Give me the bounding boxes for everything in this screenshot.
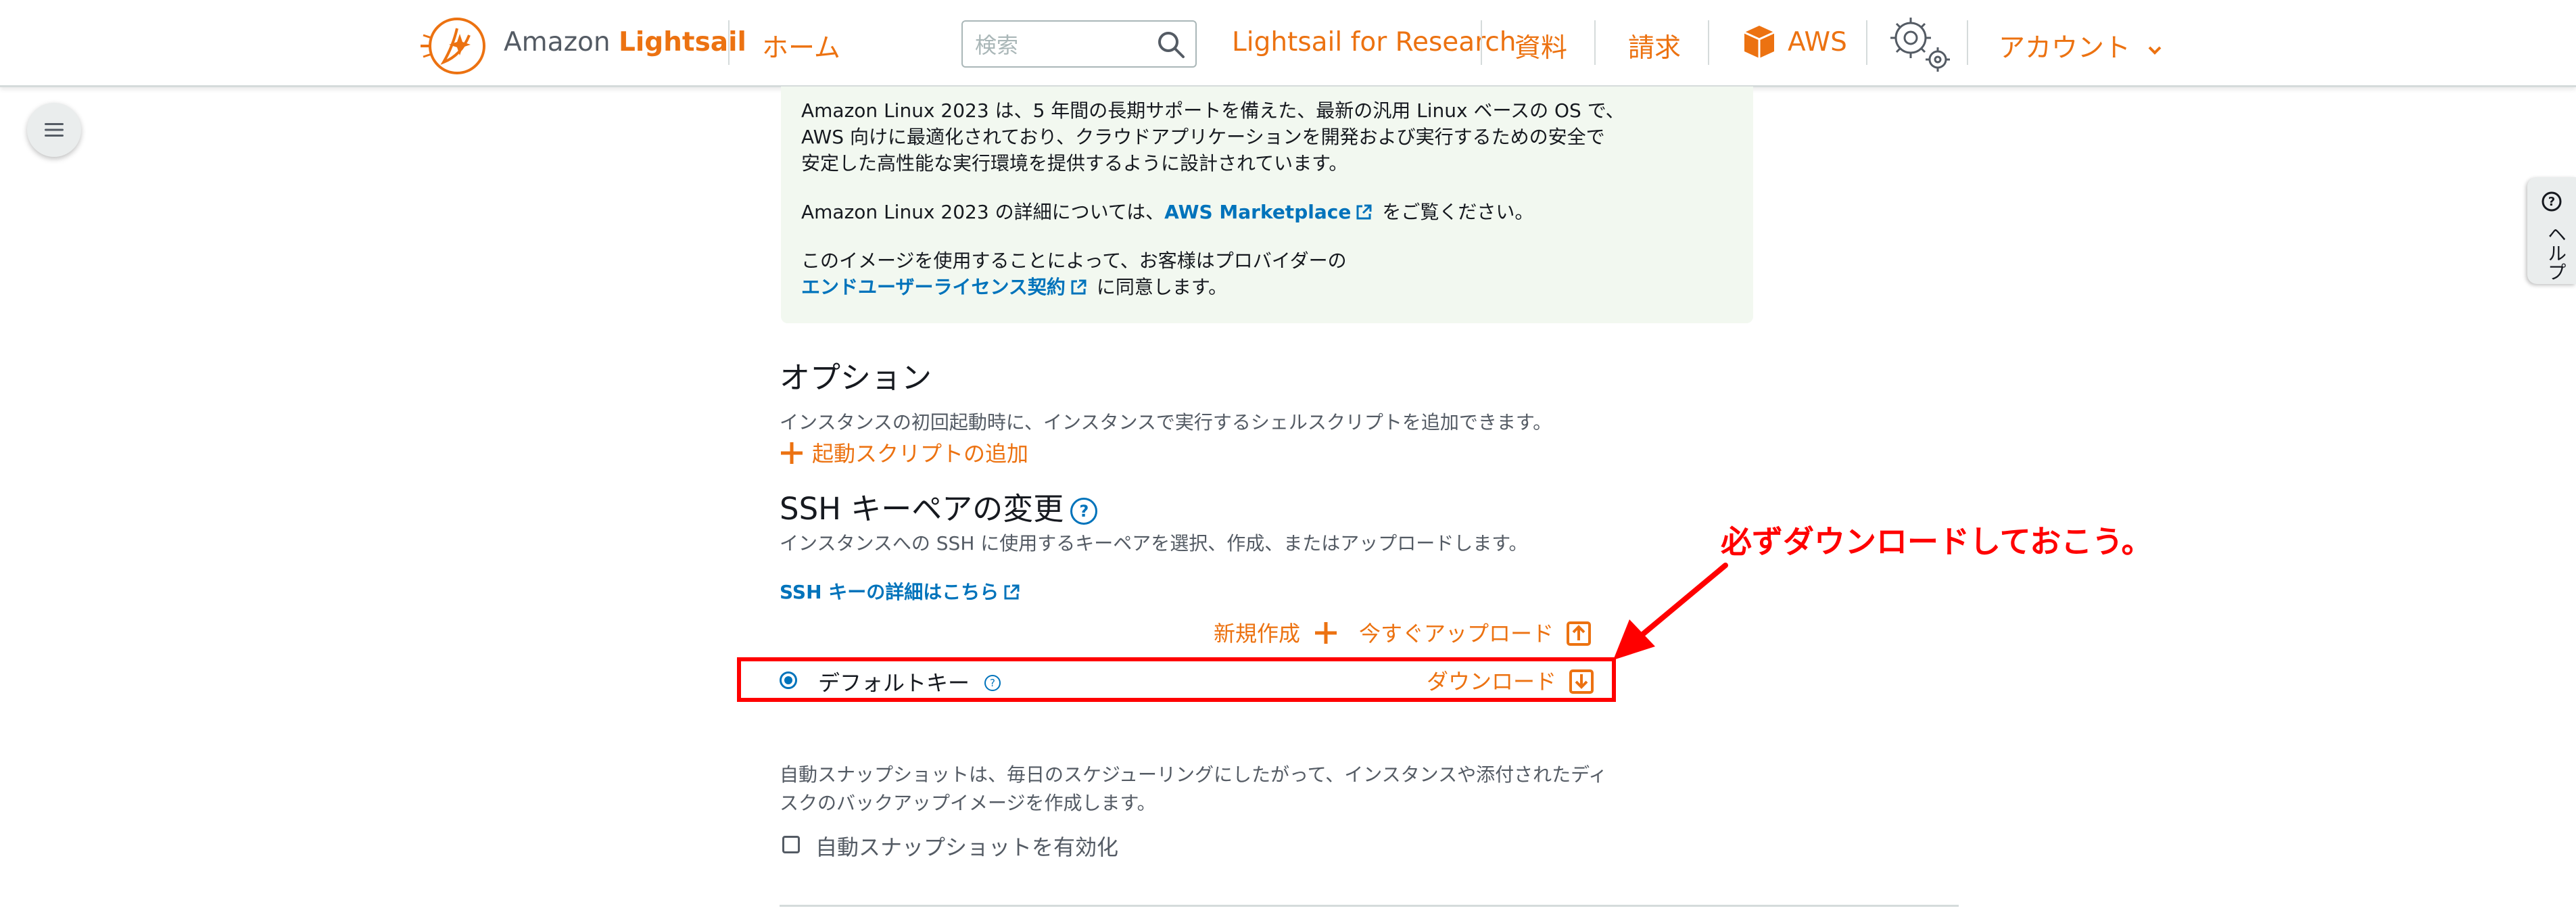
external-link-icon — [1004, 584, 1020, 600]
eula-link-label: エンドユーザーライセンス契約 — [801, 276, 1066, 298]
ssh-details-link[interactable]: SSH キーの詳細はこちら — [780, 579, 1020, 606]
help-tab-label: ヘルプ — [2545, 225, 2567, 281]
upload-keypair-button[interactable]: 今すぐアップロード — [1359, 617, 1592, 648]
brand-name[interactable]: Amazon Lightsail — [504, 27, 746, 57]
nav-home-link[interactable]: ホーム — [762, 27, 840, 65]
info-license-line: エンドユーザーライセンス契約 に同意します。 — [801, 274, 1227, 301]
top-navigation-bar: Amazon Lightsail ホーム Lightsail for Resea… — [0, 0, 2576, 87]
nav-divider — [1967, 20, 1968, 65]
brand-product: Lightsail — [619, 27, 746, 57]
upload-icon — [1567, 621, 1592, 646]
options-heading: オプション — [780, 360, 932, 396]
search-input[interactable] — [974, 30, 1145, 61]
settings-gear-icon[interactable] — [1884, 12, 1955, 74]
eula-link[interactable]: エンドユーザーライセンス契約 — [801, 276, 1087, 298]
ssh-details-link-label: SSH キーの詳細はこちら — [780, 581, 999, 603]
account-menu[interactable]: アカウント — [1999, 27, 2163, 65]
aws-marketplace-link-label: AWS Marketplace — [1164, 201, 1352, 223]
plus-icon — [1315, 622, 1337, 644]
snapshot-description-line: スクのバックアップイメージを作成します。 — [780, 792, 1156, 814]
create-new-keypair-label: 新規作成 — [1214, 621, 1301, 646]
aws-marketplace-link[interactable]: AWS Marketplace — [1164, 201, 1373, 223]
nav-aws-link[interactable]: AWS — [1788, 27, 1847, 57]
snapshot-description-line: 自動スナップショットは、毎日のスケジューリングにしたがって、インスタンスや添付さ… — [780, 763, 1608, 786]
info-details-line: Amazon Linux 2023 の詳細については、AWS Marketpla… — [801, 199, 1533, 226]
info-description-line: Amazon Linux 2023 は、5 年間の長期サポートを備えた、最新の汎… — [801, 99, 1625, 122]
upload-keypair-label: 今すぐアップロード — [1359, 621, 1554, 646]
info-description-line: 安定した高性能な実行環境を提供するように設計されています。 — [801, 152, 1348, 174]
search-field[interactable] — [961, 20, 1197, 68]
svg-text:?: ? — [2548, 195, 2555, 209]
external-link-icon — [1071, 279, 1087, 295]
add-launch-script-label: 起動スクリプトの追加 — [812, 441, 1029, 467]
lightsail-logo-icon[interactable] — [419, 15, 490, 77]
annotation-arrow-icon — [1613, 563, 1728, 660]
nav-billing-link[interactable]: 請求 — [1628, 27, 1681, 65]
help-panel-tab[interactable]: ? ヘルプ — [2527, 177, 2576, 284]
nav-divider — [1481, 20, 1482, 65]
nav-divider — [728, 20, 730, 65]
ssh-keypair-heading: SSH キーペアの変更? — [780, 484, 1098, 528]
nav-divider — [1708, 20, 1709, 65]
section-divider — [780, 905, 1959, 907]
ssh-keypair-title: SSH キーペアの変更 — [780, 491, 1064, 527]
side-menu-button[interactable] — [27, 103, 81, 157]
enable-snapshot-checkbox[interactable] — [782, 836, 800, 853]
info-description-line: AWS 向けに最適化されており、クラウドアプリケーションを開発および実行するため… — [801, 126, 1605, 148]
plus-icon — [781, 442, 803, 464]
options-description: インスタンスの初回起動時に、インスタンスで実行するシェルスクリプトを追加できます… — [780, 411, 1552, 433]
aws-cube-icon[interactable] — [1742, 23, 1777, 61]
nav-divider — [1866, 20, 1867, 65]
help-icon: ? — [2542, 191, 2562, 212]
enable-snapshot-label[interactable]: 自動スナップショットを有効化 — [815, 830, 1118, 861]
nav-divider — [1594, 20, 1596, 65]
annotation-callout: 必ずダウンロードしておこう。 — [1721, 523, 2153, 560]
brand-prefix: Amazon — [504, 27, 611, 57]
search-icon[interactable] — [1156, 30, 1186, 60]
create-new-keypair-button[interactable]: 新規作成 — [1214, 617, 1338, 648]
eula-suffix: に同意します。 — [1096, 276, 1228, 298]
add-launch-script-button[interactable]: 起動スクリプトの追加 — [780, 437, 1028, 468]
hamburger-menu-icon — [45, 123, 64, 137]
info-details-prefix: Amazon Linux 2023 の詳細については、 — [801, 201, 1165, 223]
nav-docs-link[interactable]: 資料 — [1514, 27, 1567, 65]
chevron-down-icon — [2149, 46, 2162, 55]
account-label: アカウント — [1999, 33, 2131, 64]
info-details-suffix: をご覧ください。 — [1382, 201, 1534, 223]
external-link-icon — [1356, 204, 1372, 220]
nav-research-link[interactable]: Lightsail for Research — [1232, 27, 1517, 57]
info-license-line: このイメージを使用することによって、お客様はプロバイダーの — [801, 250, 1347, 272]
ssh-help-icon[interactable]: ? — [1070, 498, 1098, 525]
ssh-description: インスタンスへの SSH に使用するキーペアを選択、作成、またはアップロードしま… — [780, 532, 1528, 554]
download-highlight-frame — [737, 657, 1616, 702]
